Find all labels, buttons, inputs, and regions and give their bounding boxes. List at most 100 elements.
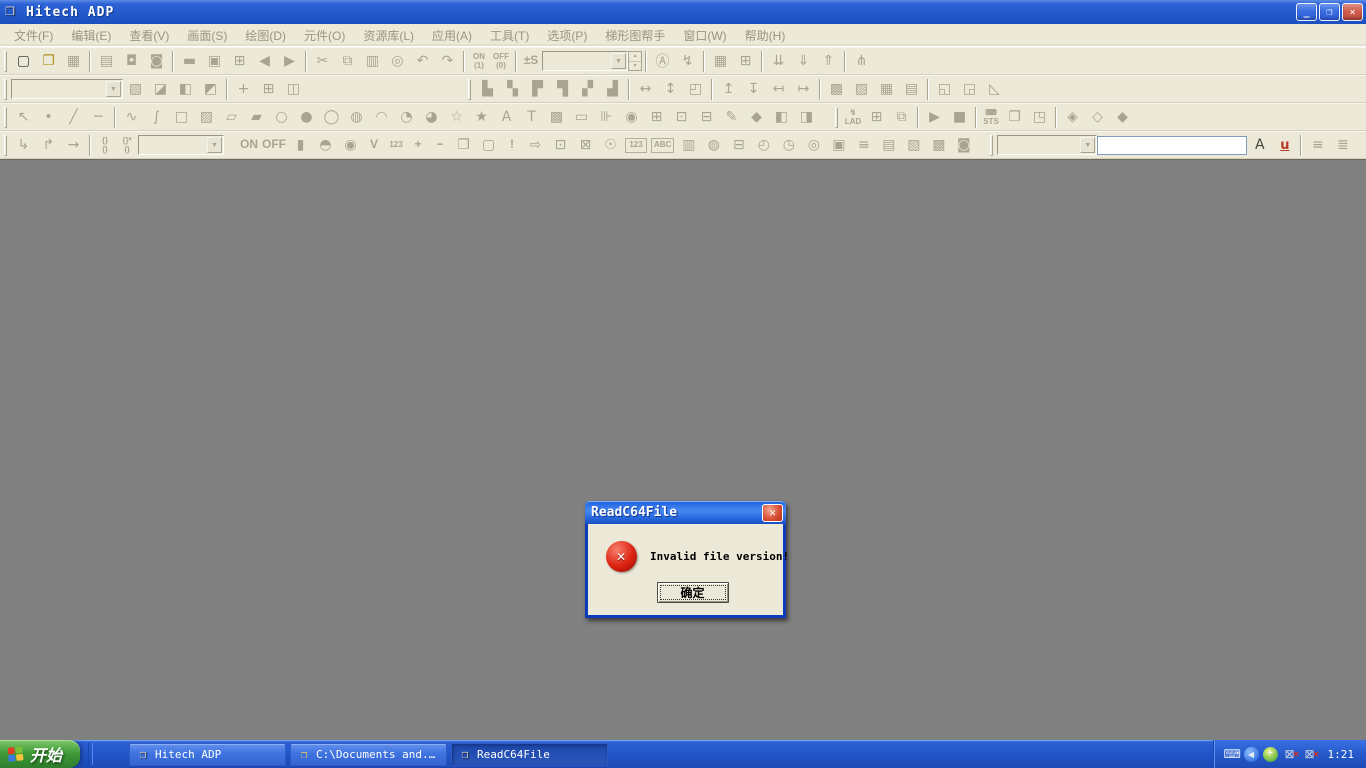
snap-grid-button[interactable]: ◫ [281,78,306,101]
dialog-close-button[interactable]: ✕ [762,504,783,522]
spin-up-icon[interactable]: ▴ [629,52,641,62]
prev-screen-button[interactable]: ◀ [252,50,277,73]
state-combo-combobox[interactable]: ▼ [542,51,628,71]
state-spinner[interactable]: ▴▾ [628,51,642,71]
rect-filled-button[interactable]: ▨ [194,106,219,129]
text-align-center-button[interactable]: ≣ [1330,134,1355,157]
state-on-button[interactable]: ON (1) [468,50,490,73]
network-disconnected-icon[interactable]: ⊠ [1282,746,1298,762]
send-backward-button[interactable]: ▤ [899,78,924,101]
same-width-button[interactable]: ↔ [633,78,658,101]
polyline-button[interactable]: ∿ [119,106,144,129]
same-height-button[interactable]: ↕ [658,78,683,101]
wireless-disconnected-icon[interactable]: ⊠ [1302,746,1318,762]
menu-screen[interactable]: 画面(S) [178,27,236,44]
download-button[interactable]: ⇓ [791,50,816,73]
doc-export-button[interactable]: ⇨ [523,134,548,157]
toolbar-grip[interactable] [4,79,7,100]
toolbar-grip[interactable] [468,79,471,100]
bitmap-button[interactable]: ▩ [544,106,569,129]
switch-object-button[interactable]: ▮ [288,134,313,157]
screen-manager-button[interactable]: ⊞ [227,50,252,73]
group-button[interactable]: ◱ [932,78,957,101]
menu-edit[interactable]: 编辑(E) [62,27,120,44]
point-button[interactable]: • [36,106,61,129]
screen-button[interactable]: ▬ [177,50,202,73]
frame-button[interactable]: ▭ [569,106,594,129]
bring-front-button[interactable]: ▩ [824,78,849,101]
menu-window[interactable]: 窗口(W) [674,27,735,44]
list-object-button[interactable]: ≡ [851,134,876,157]
star-button[interactable]: ☆ [444,106,469,129]
parallelogram-filled-button[interactable]: ▰ [244,106,269,129]
toolbar-grip[interactable] [4,135,7,156]
pie-filled-button[interactable]: ◕ [419,106,444,129]
hide-tray-icons-chevron[interactable]: ◀ [1244,747,1259,762]
menu-draw[interactable]: 绘图(D) [236,27,295,44]
text-button[interactable]: A [494,106,519,129]
menu-options[interactable]: 选项(P) [538,27,596,44]
menu-view[interactable]: 查看(V) [120,27,178,44]
new-button[interactable]: ▢ [11,50,36,73]
copy-button[interactable]: ⧉ [335,50,360,73]
align-bottom-button[interactable]: ▟ [600,78,625,101]
center-point-button[interactable]: + [231,78,256,101]
texture-2-button[interactable]: ◙ [951,134,976,157]
device-combo-combobox[interactable]: ▼ [138,135,224,155]
stop-simulation-button[interactable]: ■ [947,106,972,129]
nudge-right-button[interactable]: ↦ [791,78,816,101]
window-text-button[interactable]: ⊠ [573,134,598,157]
keyboard-layout-icon[interactable]: ⌨ [1224,746,1240,762]
gauge-button[interactable]: ◴ [751,134,776,157]
align-left-button[interactable]: ▙ [475,78,500,101]
undo-button[interactable]: ↶ [410,50,435,73]
target-button[interactable]: ◎ [801,134,826,157]
save-button[interactable]: ▦ [61,50,86,73]
menu-object[interactable]: 元件(O) [295,27,354,44]
text-entry-input[interactable] [1097,136,1247,155]
monitor-window-button[interactable]: ▣ [826,134,851,157]
brush-fill-button[interactable]: ◆ [744,106,769,129]
open-button[interactable]: ❐ [36,50,61,73]
increment-button[interactable]: + [407,134,429,157]
run-simulation-button[interactable]: ▶ [922,106,947,129]
circle-button[interactable]: ○ [269,106,294,129]
nudge-up-button[interactable]: ↥ [716,78,741,101]
pie-button[interactable]: ◔ [394,106,419,129]
clock-object-button[interactable]: ◷ [776,134,801,157]
text-align-left-button[interactable]: ≡ [1305,134,1330,157]
underline-button[interactable]: u [1272,134,1297,157]
meter-object-button[interactable]: ◉ [338,134,363,157]
compile-download-button[interactable]: ⇊ [766,50,791,73]
ellipse-filled-button[interactable]: ◍ [344,106,369,129]
menu-tools[interactable]: 工具(T) [481,27,538,44]
tag-button[interactable]: ◘ [119,50,144,73]
pattern-circle-button[interactable]: ◍ [701,134,726,157]
indicator-bulb-button[interactable]: ☉ [598,134,623,157]
state-off-button[interactable]: OFF (0) [490,50,512,73]
parallelogram-button[interactable]: ▱ [219,106,244,129]
properties-button[interactable]: ▤ [94,50,119,73]
upload-button[interactable]: ⇑ [816,50,841,73]
system-config-button[interactable]: ⋔ [849,50,874,73]
object-state-button[interactable]: ◧ [173,78,198,101]
align-vcenter-button[interactable]: ▞ [575,78,600,101]
scale-button[interactable]: ⊪ [594,106,619,129]
window-numeric-button[interactable]: ⊡ [548,134,573,157]
spin-down-icon[interactable]: ▾ [629,62,641,71]
curve-button[interactable]: ∫ [144,106,169,129]
ladder-lad-button[interactable]: ↯ LAD [842,106,864,129]
font-color-button[interactable]: A [1247,134,1272,157]
menu-library[interactable]: 资源库(L) [354,27,423,44]
line-button[interactable]: ╱ [61,106,86,129]
object-edit-button[interactable]: ◪ [148,78,173,101]
wire-route-button[interactable]: ↳ [11,134,36,157]
find-button[interactable]: ◎ [385,50,410,73]
toolbar-grip[interactable] [4,51,7,72]
object-replace-button[interactable]: ▧ [123,78,148,101]
dot-frame-button[interactable]: ⊡ [669,106,694,129]
next-screen-button[interactable]: ▶ [277,50,302,73]
font-button[interactable]: T [519,106,544,129]
folder-out-button[interactable]: ❐ [451,134,476,157]
align-right-button[interactable]: ▛ [525,78,550,101]
